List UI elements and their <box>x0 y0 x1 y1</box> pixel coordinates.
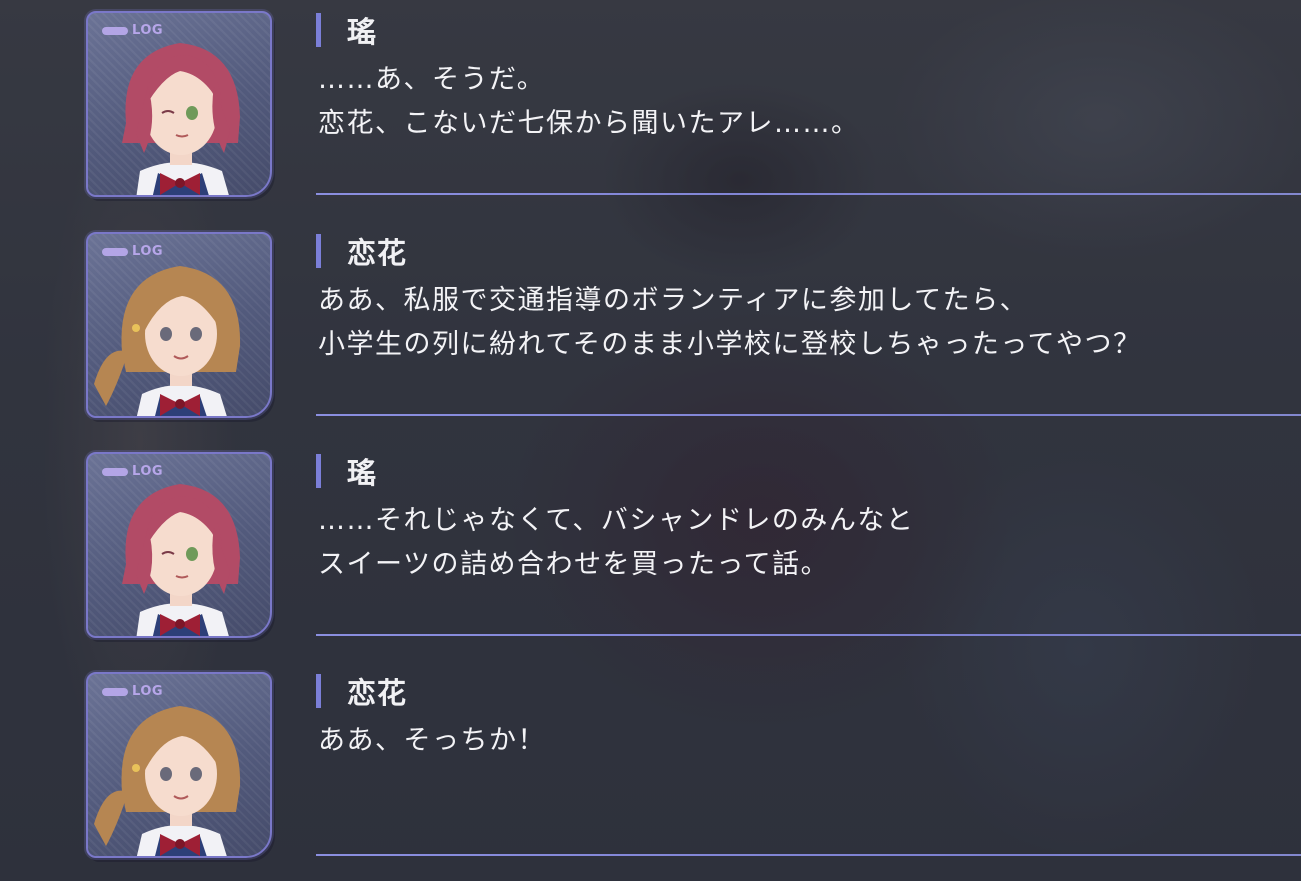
log-entry[interactable]: LOG 瑤 ……あ、そうだ。 恋花、こないだ七保から聞いたアレ……。 <box>0 0 1301 220</box>
dialogue-text: ああ、そっちか！ <box>318 719 1278 763</box>
speaker-portrait: LOG <box>86 11 272 197</box>
log-pill-icon <box>102 687 128 696</box>
speaker-header: 瑤 <box>316 12 378 49</box>
dialogue-line: ああ、私服で交通指導のボランティアに参加してたら、 <box>318 285 1029 316</box>
dialogue-line: スイーツの詰め合わせを買ったって話。 <box>318 549 830 580</box>
log-badge: LOG <box>102 684 163 699</box>
speaker-accent-bar <box>316 454 321 488</box>
dialogue-text: ……それじゃなくて、バシャンドレのみんなと スイーツの詰め合わせを買ったって話。 <box>318 499 1278 587</box>
log-badge: LOG <box>102 23 163 38</box>
speaker-header: 瑤 <box>316 453 378 490</box>
dialogue-line: ……あ、そうだ。 <box>318 64 546 95</box>
speaker-portrait: LOG <box>86 232 272 418</box>
dialogue-text: ……あ、そうだ。 恋花、こないだ七保から聞いたアレ……。 <box>318 58 1278 146</box>
speaker-name: 恋花 <box>347 236 408 270</box>
dialogue-line: 小学生の列に紛れてそのまま小学校に登校しちゃったってやつ？ <box>318 329 1142 360</box>
entry-divider <box>316 854 1301 856</box>
log-label: LOG <box>132 244 164 259</box>
dialogue-line: ああ、そっちか！ <box>318 725 546 756</box>
entry-divider <box>316 414 1301 416</box>
red-hair-girl-portrait <box>88 13 270 195</box>
speaker-accent-bar <box>316 13 321 47</box>
red-hair-girl-portrait <box>88 454 270 636</box>
brown-hair-girl-portrait <box>88 674 270 856</box>
dialogue-log-list[interactable]: LOG 瑤 ……あ、そうだ。 恋花、こないだ七保から聞いたアレ……。 LOG 恋… <box>0 0 1301 881</box>
speaker-portrait: LOG <box>86 452 272 638</box>
speaker-portrait: LOG <box>86 672 272 858</box>
speaker-name: 瑤 <box>347 456 378 490</box>
speaker-accent-bar <box>316 674 321 708</box>
brown-hair-girl-portrait <box>88 234 270 416</box>
entry-divider <box>316 193 1301 195</box>
log-pill-icon <box>102 247 128 256</box>
speaker-header: 恋花 <box>316 233 408 270</box>
entry-divider <box>316 634 1301 636</box>
log-entry[interactable]: LOG 恋花 ああ、私服で交通指導のボランティアに参加してたら、 小学生の列に紛… <box>0 221 1301 441</box>
speaker-header: 恋花 <box>316 673 408 710</box>
speaker-name: 瑤 <box>347 15 378 49</box>
log-badge: LOG <box>102 464 163 479</box>
log-entry[interactable]: LOG 瑤 ……それじゃなくて、バシャンドレのみんなと スイーツの詰め合わせを買… <box>0 441 1301 661</box>
log-label: LOG <box>132 23 164 38</box>
dialogue-line: ……それじゃなくて、バシャンドレのみんなと <box>318 505 915 536</box>
log-pill-icon <box>102 26 128 35</box>
log-entry[interactable]: LOG 恋花 ああ、そっちか！ <box>0 661 1301 881</box>
speaker-name: 恋花 <box>347 676 408 710</box>
dialogue-text: ああ、私服で交通指導のボランティアに参加してたら、 小学生の列に紛れてそのまま小… <box>318 279 1278 367</box>
dialogue-line: 恋花、こないだ七保から聞いたアレ……。 <box>318 108 860 139</box>
log-label: LOG <box>132 684 164 699</box>
log-pill-icon <box>102 467 128 476</box>
log-badge: LOG <box>102 244 163 259</box>
log-label: LOG <box>132 464 164 479</box>
speaker-accent-bar <box>316 234 321 268</box>
